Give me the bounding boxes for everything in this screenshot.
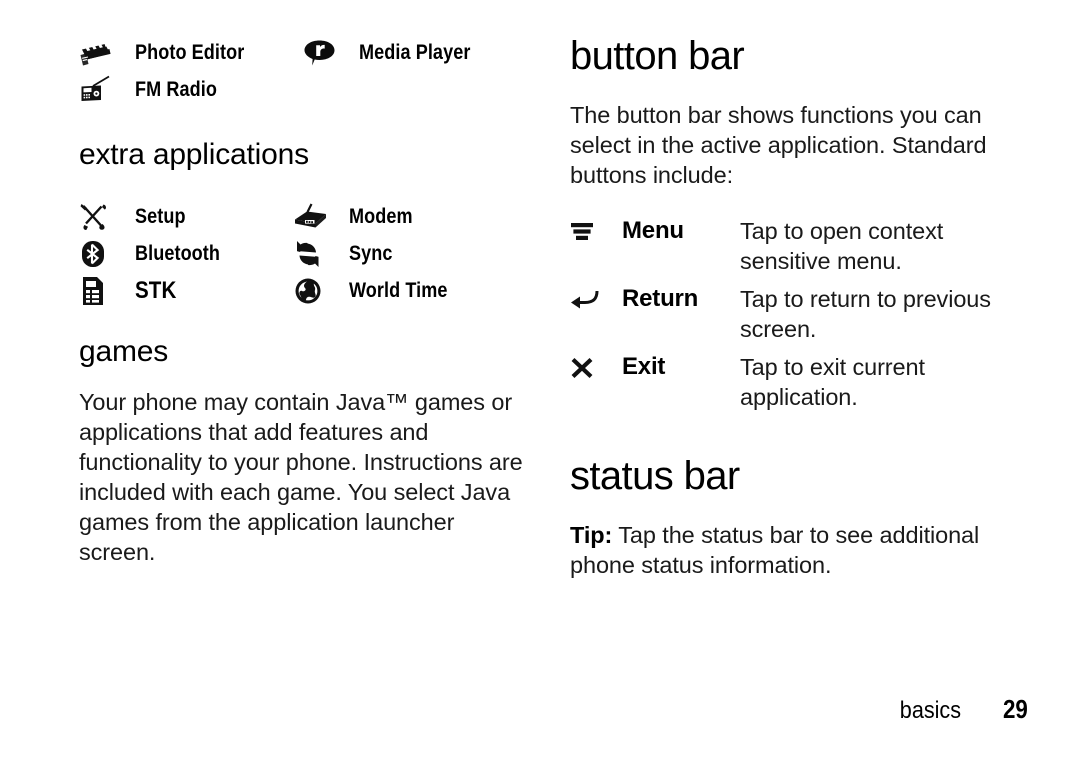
right-column: button bar The button bar shows function… — [570, 34, 1032, 580]
button-bar-table: Menu Tap to open context sensitive menu.… — [570, 216, 1032, 420]
app-label: Bluetooth — [135, 241, 221, 265]
table-row: Exit Tap to exit current application. — [570, 352, 1032, 420]
table-row: Setup Modem — [79, 198, 531, 235]
status-bar-heading: status bar — [570, 454, 740, 498]
sync-arrows-icon — [293, 235, 349, 272]
extra-applications-table: Setup Modem Bluetooth Sync STK World Tim… — [79, 198, 531, 309]
app-label: FM Radio — [135, 77, 217, 101]
button-description: Tap to return to previous screen. — [740, 286, 991, 342]
app-label-cell: Sync — [349, 235, 532, 272]
empty-icon-cell — [303, 71, 359, 108]
button-name: Return — [622, 285, 699, 312]
games-paragraph: Your phone may contain Java™ games or ap… — [79, 389, 523, 565]
app-label-cell: FM Radio — [135, 71, 303, 108]
app-label: Photo Editor — [135, 40, 245, 64]
extra-applications-heading: extra applications — [79, 138, 309, 171]
button-bar-heading: button bar — [570, 34, 745, 78]
table-row: Photo Editor Media Player — [79, 34, 531, 71]
button-name: Exit — [622, 353, 666, 380]
status-bar-tip: Tip: Tap the status bar to see additiona… — [570, 520, 1032, 580]
modem-router-icon — [293, 198, 349, 235]
button-description: Tap to exit current application. — [740, 354, 925, 410]
globe-icon — [293, 272, 349, 309]
return-arrow-icon — [570, 284, 622, 352]
menu-bars-icon — [570, 216, 622, 284]
button-bar-intro: The button bar shows functions you can s… — [570, 102, 987, 188]
app-label: STK — [135, 277, 177, 304]
app-label: Modem — [348, 204, 413, 228]
app-label: World Time — [348, 278, 448, 302]
bluetooth-icon — [79, 235, 135, 272]
close-x-icon — [570, 352, 622, 420]
page-footer: basics 29 — [0, 694, 1032, 725]
app-label-cell: Modem — [349, 198, 532, 235]
sim-card-icon — [79, 272, 135, 309]
app-label-cell: Photo Editor — [135, 34, 303, 71]
table-row: FM Radio — [79, 71, 531, 108]
app-label: Setup — [135, 204, 186, 228]
app-label: Media Player — [359, 40, 471, 64]
tip-text: Tap the status bar to see additional pho… — [570, 522, 980, 578]
tip-label: Tip: — [570, 522, 613, 548]
table-row: Menu Tap to open context sensitive menu. — [570, 216, 1032, 284]
footer-section-label: basics — [899, 697, 962, 724]
app-label: Sync — [348, 241, 393, 265]
media-player-bubble-icon — [303, 34, 359, 71]
app-label-cell: World Time — [349, 272, 532, 309]
tools-icon — [79, 198, 135, 235]
table-row: Return Tap to return to previous screen. — [570, 284, 1032, 352]
app-label-cell: Setup — [135, 198, 293, 235]
app-label-cell: STK — [135, 272, 293, 309]
table-row: Bluetooth Sync — [79, 235, 531, 272]
button-name: Menu — [622, 217, 684, 244]
radio-icon — [79, 71, 135, 108]
app-label-cell: Media Player — [359, 34, 531, 71]
games-heading: games — [79, 335, 169, 368]
app-label-cell — [359, 71, 531, 108]
left-column: Photo Editor Media Player FM Radio extra… — [79, 34, 531, 567]
footer-page-number: 29 — [1003, 694, 1028, 724]
manual-page: Photo Editor Media Player FM Radio extra… — [0, 0, 1080, 766]
top-applications-table: Photo Editor Media Player FM Radio — [79, 34, 531, 108]
button-description: Tap to open context sensitive menu. — [740, 218, 944, 274]
table-row: STK World Time — [79, 272, 531, 309]
clapperboard-icon — [79, 34, 135, 71]
app-label-cell: Bluetooth — [135, 235, 293, 272]
